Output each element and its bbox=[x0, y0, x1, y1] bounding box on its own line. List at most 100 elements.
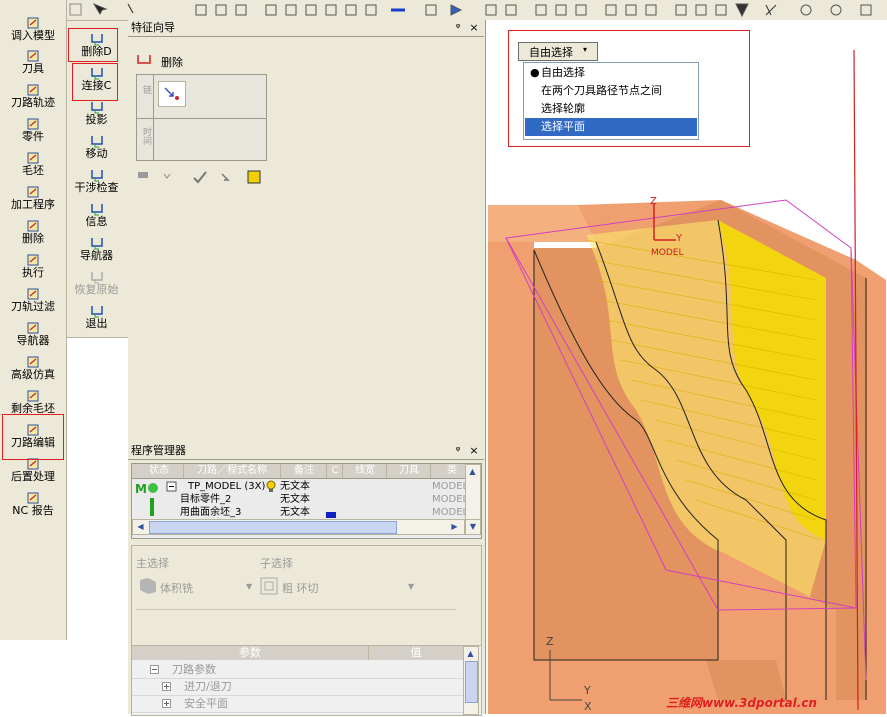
vertical-scrollbar[interactable]: ▲ bbox=[465, 464, 481, 520]
interference-check-icon bbox=[90, 170, 103, 182]
selection-mode-menu: ● 自由选择 在两个刀具路径节点之间 选择轮廓选择平面 bbox=[523, 62, 699, 140]
selection-mode-dropdown[interactable]: 自由选择 ▾ bbox=[518, 42, 598, 61]
table-row[interactable]: 用曲面余坯_3 无文本 MODEL bbox=[132, 506, 481, 519]
program-table-column-header[interactable]: 状态 bbox=[135, 464, 184, 478]
expand-icon[interactable] bbox=[162, 699, 172, 709]
top-toolbar-icons[interactable] bbox=[66, 0, 887, 20]
chain-select-button[interactable] bbox=[158, 81, 186, 107]
divider bbox=[137, 118, 266, 119]
program-table-column-header[interactable]: 线宽 bbox=[344, 464, 387, 478]
main-toolbar-item[interactable]: NC 报告 bbox=[0, 489, 66, 523]
delete-icon bbox=[137, 55, 151, 64]
edit-toolbar-item[interactable]: 导航器 bbox=[66, 234, 127, 268]
value-header: 值 bbox=[369, 646, 463, 660]
main-select-value[interactable]: 体积铣 bbox=[160, 580, 193, 596]
edit-toolbar-item[interactable]: 信息 bbox=[66, 200, 127, 234]
main-toolbar-item[interactable]: 高级仿真 bbox=[0, 353, 66, 387]
edit-toolbar-item[interactable]: 移动 bbox=[66, 132, 127, 166]
feature-action-icons[interactable] bbox=[136, 168, 266, 186]
main-toolbar-item-label: 刀路轨迹 bbox=[11, 96, 55, 109]
chain-select-icon bbox=[164, 87, 179, 100]
delete-icon bbox=[27, 220, 39, 232]
table-row[interactable]: TP_MODEL (3X) 无文本 MODEL bbox=[132, 480, 481, 493]
model-axis-y-label: Y bbox=[675, 233, 683, 244]
toolpath-edit-highlight bbox=[2, 414, 64, 460]
program-table-column-header[interactable]: 备注 bbox=[282, 464, 327, 478]
edit-toolbar-item-label: 恢复原始 bbox=[74, 283, 119, 296]
param-header: 参数 bbox=[132, 646, 369, 660]
program-name: 用曲面余坯_3 bbox=[180, 507, 242, 518]
selection-mode-option[interactable]: 选择轮廓 bbox=[525, 100, 697, 118]
selection-mode-option[interactable]: ● 自由选择 bbox=[525, 64, 697, 82]
main-toolbar-item[interactable]: 后置处理 bbox=[0, 455, 66, 489]
scroll-up-icon[interactable]: ▲ bbox=[465, 648, 476, 659]
close-icon[interactable]: × bbox=[468, 444, 480, 457]
watermark: 三维网www.3dportal.cn bbox=[666, 696, 817, 710]
time-label: 时间 bbox=[141, 127, 151, 145]
main-toolbar-item-label: 零件 bbox=[22, 130, 44, 143]
table-row[interactable]: 目标零件_2 无文本 MODEL bbox=[132, 493, 481, 506]
pin-icon[interactable]: ᵠ bbox=[452, 21, 464, 34]
main-toolbar-item[interactable]: 删除 bbox=[0, 217, 66, 251]
close-icon[interactable]: × bbox=[468, 21, 480, 34]
edit-toolbar-item[interactable]: 退出 bbox=[66, 302, 127, 336]
stock-icon bbox=[27, 152, 39, 164]
table-row[interactable]: 进刀/退刀 bbox=[132, 679, 463, 696]
collapse-icon[interactable] bbox=[150, 665, 160, 675]
main-toolbar-item[interactable]: 导航器 bbox=[0, 319, 66, 353]
main-toolbar-item-label: 刀具 bbox=[22, 62, 44, 75]
3d-viewport[interactable]: Z Y MODEL Z Y X 自由选择 ▾ ● 自由选择 在两个刀具路径节点之间选… bbox=[485, 20, 887, 714]
expand-icon[interactable] bbox=[162, 682, 172, 692]
scroll-right-icon[interactable]: ▶ bbox=[449, 521, 460, 532]
scroll-thumb[interactable] bbox=[465, 661, 478, 703]
main-toolbar-item[interactable]: 刀路轨迹 bbox=[0, 81, 66, 115]
scroll-up-icon[interactable]: ▲ bbox=[467, 466, 478, 477]
table-row[interactable]: 安全平面 bbox=[132, 696, 463, 713]
feature-wizard-title-text: 特征向导 bbox=[131, 21, 175, 34]
program-table-column-header[interactable]: C bbox=[328, 464, 343, 478]
main-toolbar-item-label: 删除 bbox=[22, 232, 44, 245]
tool-icon bbox=[27, 50, 39, 62]
params-scrollbar[interactable]: ▲ bbox=[463, 646, 479, 715]
edit-toolbar-item[interactable]: 干涉检查 bbox=[66, 166, 127, 200]
main-toolbar-item[interactable]: 执行 bbox=[0, 251, 66, 285]
project-icon bbox=[90, 102, 103, 114]
main-toolbar-item[interactable]: 毛坯 bbox=[0, 149, 66, 183]
main-toolbar-item[interactable]: 刀轨过滤 bbox=[0, 285, 66, 319]
collapse-icon[interactable] bbox=[166, 481, 178, 493]
program-table-column-header[interactable]: 刀路／程式名称 bbox=[184, 464, 281, 478]
pin-icon[interactable]: ᵠ bbox=[452, 444, 464, 457]
table-row[interactable]: 刀路参数 bbox=[132, 662, 463, 679]
scroll-thumb[interactable] bbox=[149, 521, 397, 534]
program-table-column-header[interactable]: 刀具 bbox=[388, 464, 431, 478]
horizontal-scrollbar[interactable]: ◀ ▶ bbox=[132, 519, 465, 535]
chevron-down-icon[interactable]: ▾ bbox=[583, 45, 587, 54]
connect-highlight bbox=[72, 63, 118, 101]
params-table: 参数 值 刀路参数进刀/退刀安全平面 ▲ bbox=[131, 645, 482, 716]
main-toolbar-item[interactable]: 零件 bbox=[0, 115, 66, 149]
main-select-dropdown-icon[interactable]: ▼ bbox=[246, 582, 252, 591]
selection-mode-option[interactable]: 在两个刀具路径节点之间 bbox=[525, 82, 697, 100]
selection-mode-option[interactable]: 选择平面 bbox=[525, 118, 697, 136]
world-axis-z-label: Z bbox=[546, 635, 554, 648]
exit-icon bbox=[90, 306, 103, 318]
time-label-cell: 时间 bbox=[137, 119, 154, 160]
edit-toolbar-item[interactable]: 投影 bbox=[66, 98, 127, 132]
main-toolbar-item-label: 高级仿真 bbox=[11, 368, 55, 381]
param-name: 进刀/退刀 bbox=[184, 680, 232, 693]
main-toolbar-item[interactable]: 调入模型 bbox=[0, 14, 66, 48]
main-toolbar-item[interactable]: 刀具 bbox=[0, 47, 66, 81]
model-top-face bbox=[488, 205, 596, 242]
selection-mode-option-label: 选择平面 bbox=[541, 120, 585, 133]
edit-toolbar-item-label: 干涉检查 bbox=[74, 181, 119, 194]
edit-toolbar-item[interactable]: 恢复原始 bbox=[66, 268, 127, 302]
program-manager-panel: 程序管理器 ᵠ × 状态 刀路／程式名称 备注 C 线宽 刀具类 TP_MODEL (3X… bbox=[128, 443, 484, 541]
world-axis-x-label: X bbox=[584, 700, 592, 713]
scroll-down-icon[interactable]: ▼ bbox=[465, 519, 481, 535]
main-toolbar-item[interactable]: 加工程序 bbox=[0, 183, 66, 217]
sub-select-dropdown-icon[interactable]: ▼ bbox=[408, 582, 414, 591]
param-name: 刀路参数 bbox=[172, 663, 216, 676]
restore-icon bbox=[90, 272, 103, 284]
sub-select-value[interactable]: 粗 环切 bbox=[282, 580, 319, 596]
scroll-left-icon[interactable]: ◀ bbox=[135, 521, 146, 532]
